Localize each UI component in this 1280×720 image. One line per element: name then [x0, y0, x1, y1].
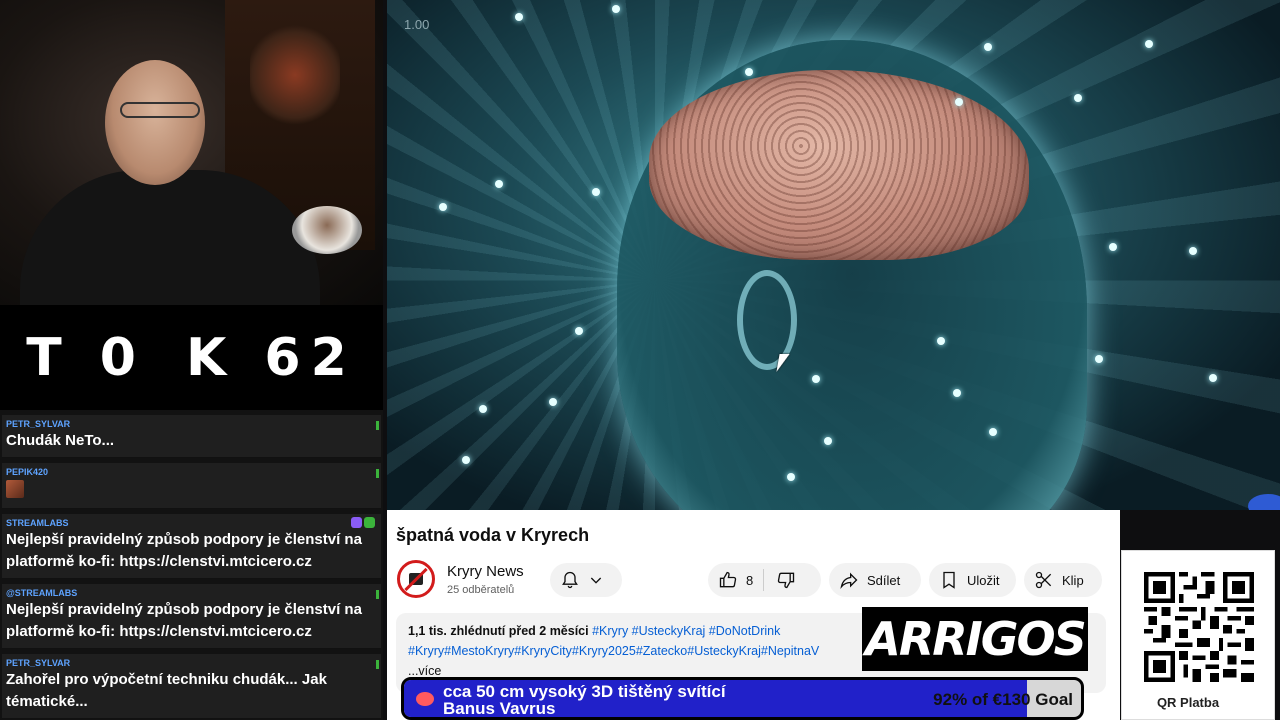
- channel-name[interactable]: Kryry News: [447, 563, 524, 580]
- stream-layout: T 0 K 62 PETR_SYLVAR Chudák NeTo... PEPI…: [0, 0, 1280, 720]
- network-node: [824, 437, 832, 445]
- network-node: [462, 456, 470, 464]
- bookmark-icon: [943, 571, 955, 589]
- chat-author: PETR_SYLVAR: [6, 658, 71, 668]
- chat-message: PETR_SYLVAR Chudák NeTo...: [2, 415, 381, 458]
- qr-code-icon: [1144, 572, 1254, 682]
- hashtags-primary[interactable]: #Kryry #UsteckyKraj #DoNotDrink: [592, 624, 780, 638]
- clip-label: Klip: [1062, 572, 1084, 588]
- chat-author: STREAMLABS: [6, 518, 69, 528]
- chat-overlay: PETR_SYLVAR Chudák NeTo... PEPIK420 STRE…: [0, 410, 383, 720]
- playback-speed: 1.00: [404, 17, 430, 32]
- dislike-button[interactable]: [764, 570, 796, 590]
- network-node: [953, 389, 961, 397]
- scissors-icon: [1035, 571, 1052, 589]
- video-title: špatná voda v Kryrech: [396, 525, 590, 545]
- emote-icon: [6, 480, 24, 498]
- like-button[interactable]: 8: [708, 569, 765, 591]
- notification-bell-button[interactable]: [550, 563, 622, 597]
- network-node: [937, 337, 945, 345]
- goal-title-line2: Banus Vavrus: [443, 699, 556, 718]
- like-dislike-group: 8: [708, 563, 821, 597]
- network-node: [1145, 40, 1153, 48]
- network-node: [592, 188, 600, 196]
- counter-right: K 62: [186, 327, 357, 388]
- chat-author: @STREAMLABS: [6, 588, 78, 598]
- bowl: [292, 206, 362, 254]
- chevron-down-icon: [590, 577, 602, 584]
- chat-indicator: [376, 590, 379, 599]
- chat-indicator: [376, 660, 379, 669]
- streamer-glasses: [120, 102, 200, 118]
- chat-text: Nejlepší pravidelný způsob podpory je čl…: [6, 531, 362, 570]
- network-node: [787, 473, 795, 481]
- subscriber-count: 25 odběratelů: [447, 584, 515, 596]
- share-label: Sdílet: [867, 572, 901, 588]
- network-node: [1095, 355, 1103, 363]
- network-node: [745, 68, 753, 76]
- network-node: [549, 398, 557, 406]
- network-node: [984, 43, 992, 51]
- chat-badges: [351, 517, 375, 528]
- clip-button[interactable]: Klip: [1024, 563, 1102, 597]
- network-node: [989, 428, 997, 436]
- network-node: [495, 180, 503, 188]
- chat-message: STREAMLABS Nejlepší pravidelný způsob po…: [2, 514, 381, 579]
- thumbs-up-icon: [719, 571, 737, 588]
- network-node: [1209, 374, 1217, 382]
- chat-indicator: [376, 421, 379, 430]
- chat-message: @STREAMLABS Nejlepší pravidelný způsob p…: [2, 584, 381, 649]
- share-icon: [840, 572, 858, 590]
- chat-indicator: [376, 469, 379, 478]
- network-node: [575, 327, 583, 335]
- arrigos-logo: ARRIGOS: [862, 607, 1088, 671]
- background-plant: [250, 20, 340, 130]
- save-button[interactable]: Uložit: [929, 563, 1016, 597]
- save-label: Uložit: [967, 572, 1000, 588]
- video-player[interactable]: 1.00: [387, 0, 1280, 510]
- mod-badge-icon: [351, 517, 362, 528]
- goal-title: cca 50 cm vysoký 3D tištěný svítící Banu…: [443, 683, 726, 717]
- network-node: [479, 405, 487, 413]
- chat-text: Nejlepší pravidelný způsob podpory je čl…: [6, 601, 362, 640]
- faucet-icon: [409, 573, 423, 585]
- thumbs-down-icon: [778, 572, 795, 589]
- views-and-date: 1,1 tis. zhlédnutí před 2 měsíci: [408, 624, 589, 638]
- streamer-head: [105, 60, 205, 185]
- chat-author: PETR_SYLVAR: [6, 419, 71, 429]
- verified-badge-icon: [364, 517, 375, 528]
- network-node: [955, 98, 963, 106]
- chat-message: PEPIK420: [2, 463, 381, 509]
- network-node: [612, 5, 620, 13]
- qr-label: QR Platba: [1156, 695, 1220, 710]
- channel-avatar[interactable]: [397, 560, 435, 598]
- chat-text: Chudák NeTo...: [6, 432, 115, 449]
- network-node: [1074, 94, 1082, 102]
- share-button[interactable]: Sdílet: [829, 563, 921, 597]
- qr-payment-box: QR Platba: [1121, 550, 1275, 720]
- chat-message: PETR_SYLVAR Zahořel pro výpočetní techni…: [2, 654, 381, 719]
- network-node: [1109, 243, 1117, 251]
- bell-icon: [562, 571, 578, 589]
- donation-goal-bar: cca 50 cm vysoký 3D tištěný svítící Banu…: [401, 677, 1084, 720]
- network-node: [812, 375, 820, 383]
- chat-author: PEPIK420: [6, 467, 49, 477]
- goal-title-line1: cca 50 cm vysoký 3D tištěný svítící: [443, 682, 726, 701]
- network-node: [1189, 247, 1197, 255]
- webcam-feed: [0, 0, 383, 305]
- counter-left: T 0: [26, 327, 146, 388]
- network-node: [515, 13, 523, 21]
- heart-icon: [416, 692, 434, 706]
- score-counter: T 0 K 62: [0, 305, 383, 410]
- like-count: 8: [746, 572, 754, 588]
- network-node: [439, 203, 447, 211]
- chat-text: Zahořel pro výpočetní techniku chudák...…: [6, 671, 327, 710]
- goal-progress-text: 92% of €130 Goal: [933, 690, 1073, 709]
